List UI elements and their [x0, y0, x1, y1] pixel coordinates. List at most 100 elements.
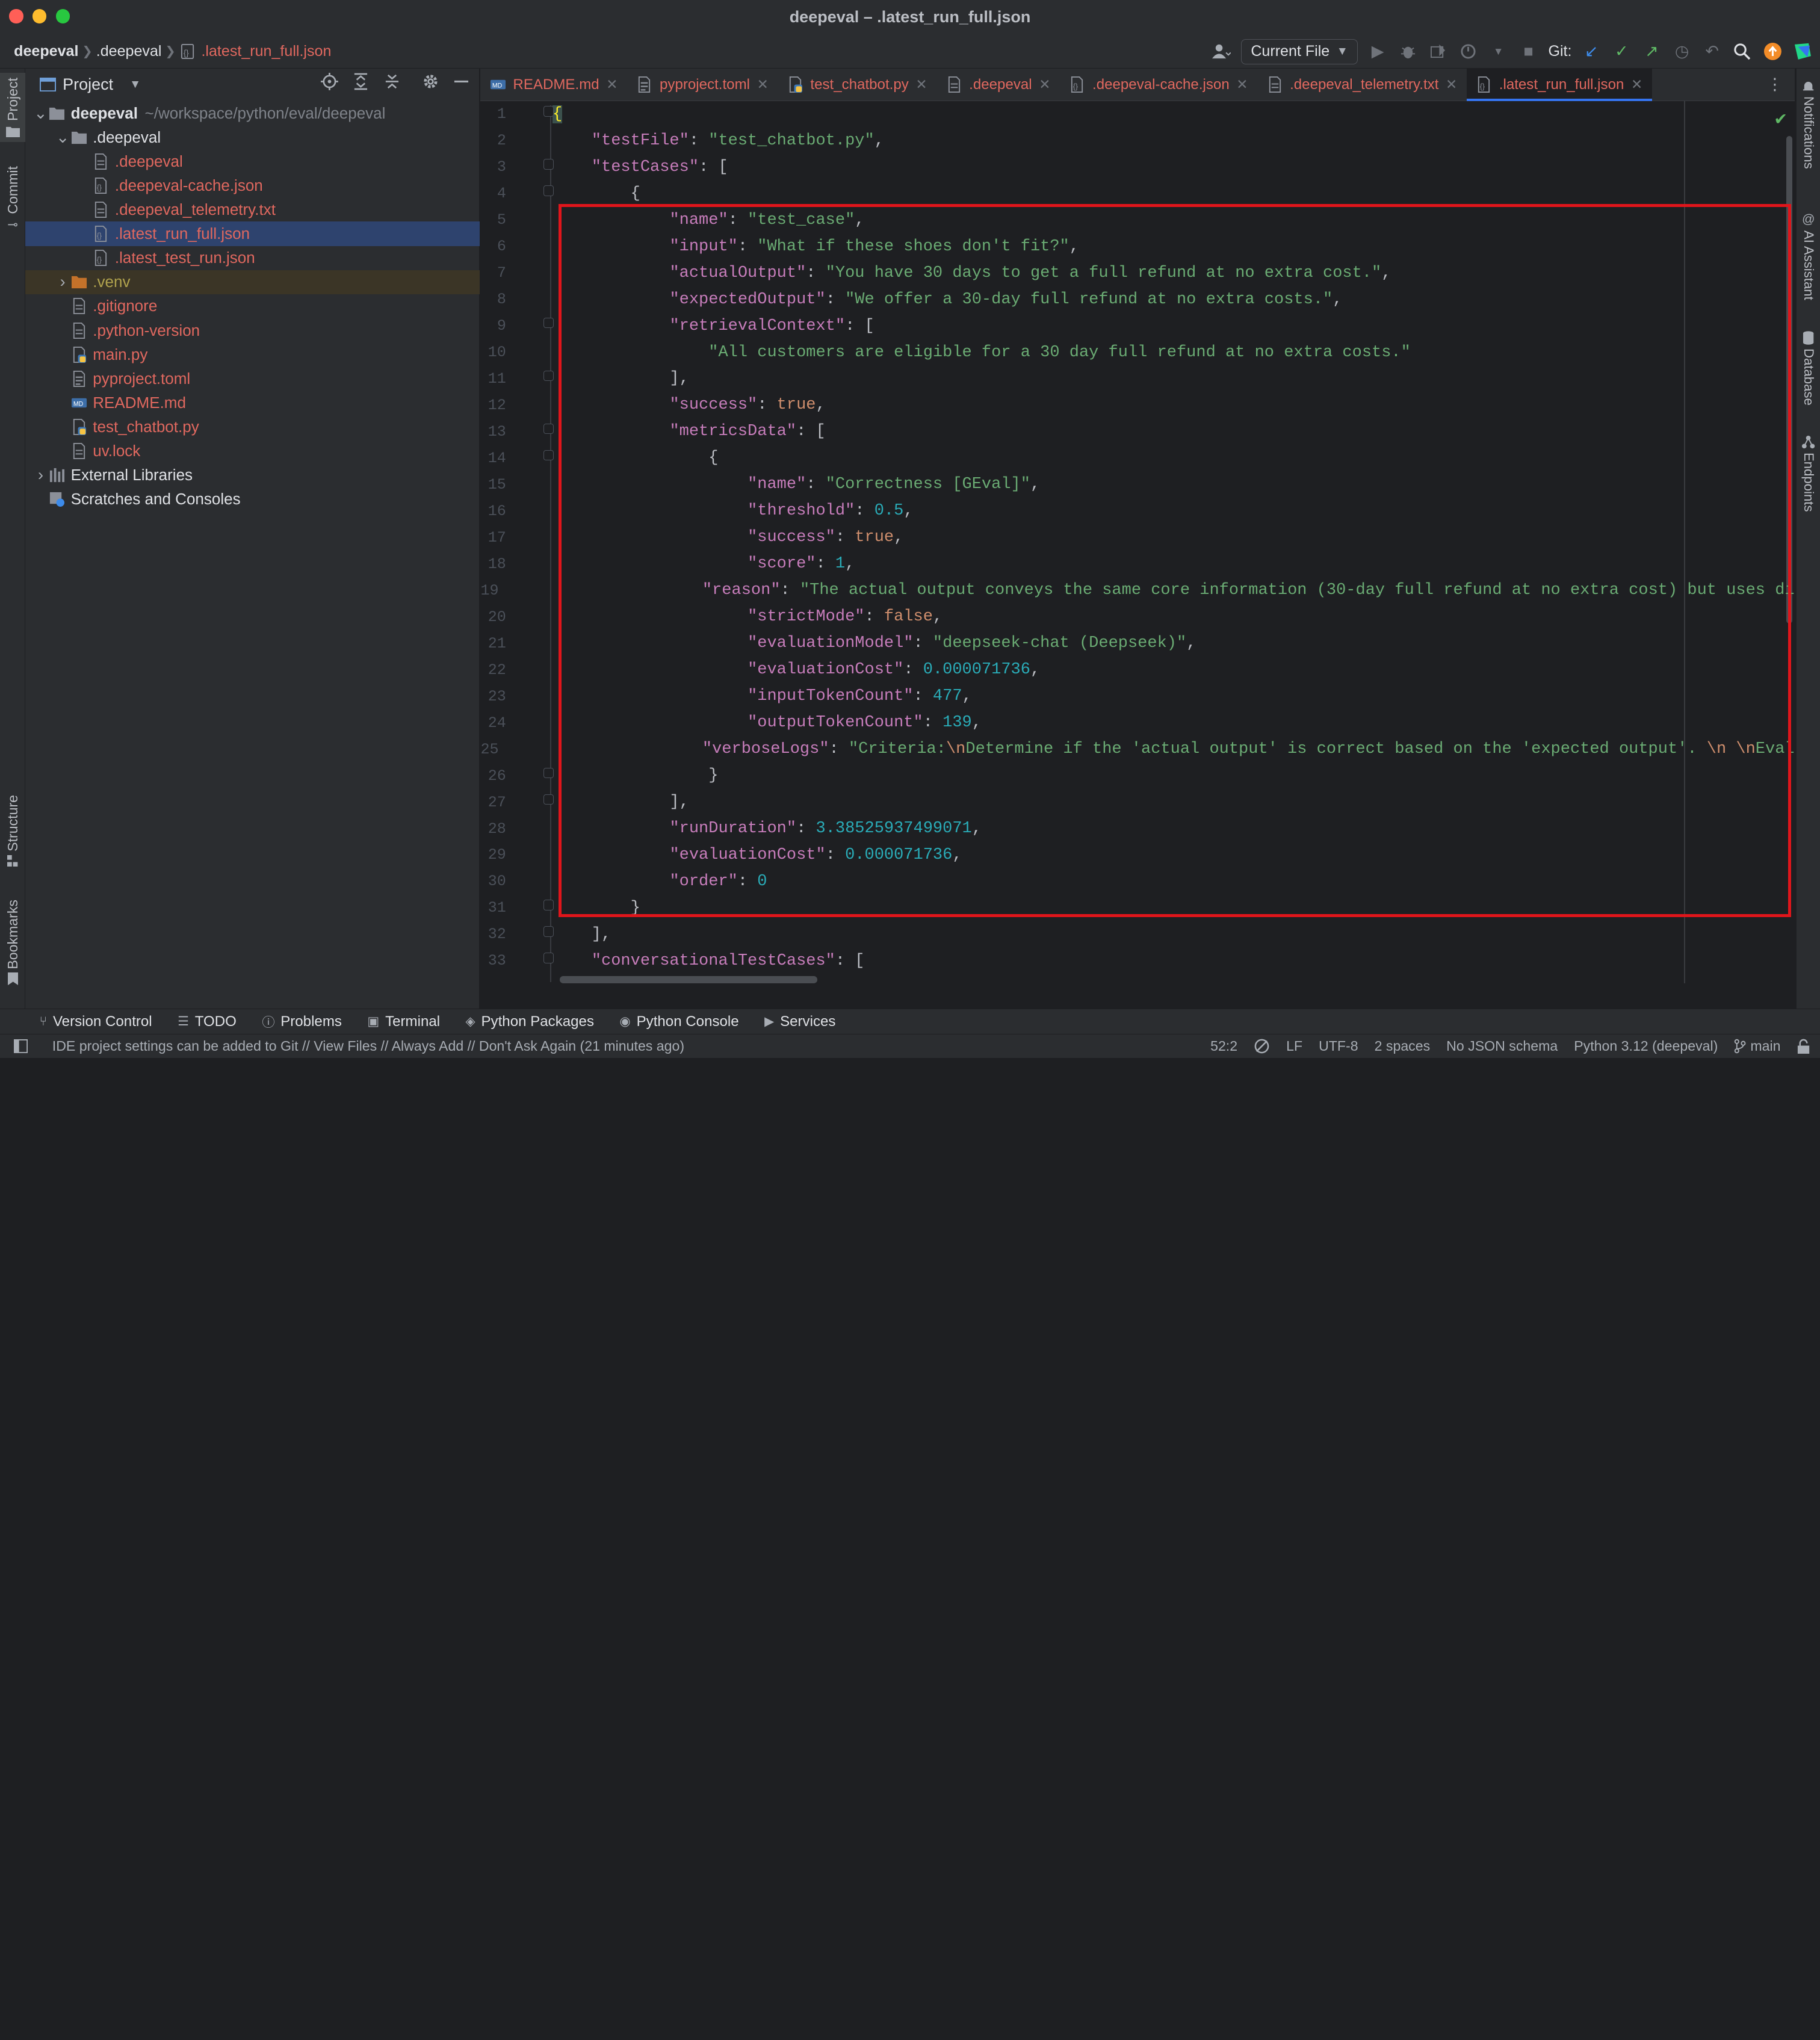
tree-item[interactable]: main.py: [25, 342, 479, 367]
editor-tab[interactable]: .deepeval ✕: [936, 69, 1060, 101]
tree-item[interactable]: {} .latest_run_full.json: [25, 221, 480, 246]
tool-window-button[interactable]: ⓘ Problems: [262, 1012, 342, 1031]
breadcrumb-folder[interactable]: .deepeval: [96, 43, 162, 60]
fold-marker-icon[interactable]: [543, 185, 554, 196]
search-icon[interactable]: [1732, 41, 1753, 62]
chevron-down-icon[interactable]: ▼: [129, 78, 141, 91]
tree-item[interactable]: Scratches and Consoles: [25, 487, 479, 512]
expand-all-icon[interactable]: [352, 73, 370, 90]
account-icon[interactable]: [1211, 41, 1232, 62]
close-icon[interactable]: ✕: [1236, 76, 1248, 93]
tool-window-button[interactable]: ⑂ Version Control: [40, 1013, 152, 1030]
chevron-down-icon[interactable]: ⌄: [55, 128, 71, 147]
tree-item[interactable]: {} .latest_test_run.json: [25, 246, 479, 270]
tree-item[interactable]: › External Libraries: [25, 463, 479, 488]
close-icon[interactable]: ✕: [1631, 76, 1642, 93]
project-panel-title[interactable]: Project: [63, 75, 113, 94]
chevron-right-icon[interactable]: ›: [32, 466, 49, 484]
tree-item[interactable]: .deepeval_telemetry.txt: [25, 197, 479, 222]
ide-logo-icon[interactable]: [1792, 41, 1813, 62]
ai-assistant-tool-tab[interactable]: @ AI Assistant: [1797, 212, 1820, 300]
json-schema[interactable]: No JSON schema: [1446, 1038, 1558, 1054]
gear-icon[interactable]: [422, 73, 439, 90]
tree-item[interactable]: pyproject.toml: [25, 366, 479, 391]
git-push-icon[interactable]: ↗: [1641, 41, 1662, 62]
close-icon[interactable]: ✕: [606, 76, 618, 93]
indentation[interactable]: 2 spaces: [1375, 1038, 1431, 1054]
git-update-icon[interactable]: ↙: [1581, 41, 1602, 62]
run-icon[interactable]: ▶: [1367, 41, 1388, 62]
tree-item[interactable]: MD README.md: [25, 391, 479, 415]
tree-item[interactable]: uv.lock: [25, 439, 479, 463]
tool-window-button[interactable]: ▶ Services: [764, 1013, 835, 1030]
git-branch-widget[interactable]: main: [1734, 1038, 1780, 1054]
locate-file-icon[interactable]: [321, 73, 339, 91]
coverage-icon[interactable]: [1428, 41, 1449, 62]
rollback-icon[interactable]: ↶: [1701, 41, 1722, 62]
close-icon[interactable]: ✕: [1446, 76, 1457, 93]
cursor-position[interactable]: 52:2: [1210, 1038, 1237, 1054]
panel-toggle-icon[interactable]: [14, 1039, 28, 1054]
stop-icon[interactable]: ■: [1518, 41, 1539, 62]
hide-panel-icon[interactable]: [453, 73, 469, 90]
fold-marker-icon[interactable]: [543, 926, 554, 937]
breadcrumb-file[interactable]: .latest_run_full.json: [201, 43, 331, 60]
file-encoding[interactable]: UTF-8: [1319, 1038, 1358, 1054]
breadcrumb-root[interactable]: deepeval: [14, 43, 78, 60]
project-tool-tab[interactable]: Project: [0, 73, 26, 142]
zoom-window-button[interactable]: [55, 9, 70, 23]
debug-icon[interactable]: [1398, 41, 1419, 62]
structure-tool-tab[interactable]: Structure: [0, 795, 25, 867]
tree-item[interactable]: ⌄ .deepeval: [25, 125, 479, 150]
notifications-tool-tab[interactable]: Notifications: [1797, 80, 1820, 169]
close-icon[interactable]: ✕: [915, 76, 927, 93]
history-icon[interactable]: ◷: [1671, 41, 1692, 62]
tree-item[interactable]: test_chatbot.py: [25, 415, 479, 439]
tool-window-button[interactable]: ☰ TODO: [178, 1013, 237, 1030]
python-interpreter[interactable]: Python 3.12 (deepeval): [1574, 1038, 1718, 1054]
chevron-down-icon[interactable]: ⌄: [32, 104, 49, 123]
fold-marker-icon[interactable]: [543, 370, 554, 382]
chevron-right-icon[interactable]: ›: [55, 273, 71, 291]
no-inspections-icon[interactable]: [1254, 1038, 1270, 1054]
editor-tab[interactable]: .deepeval_telemetry.txt ✕: [1257, 69, 1467, 101]
editor-tab[interactable]: pyproject.toml ✕: [627, 69, 778, 101]
status-message[interactable]: IDE project settings can be added to Git…: [52, 1038, 684, 1054]
tree-item[interactable]: .python-version: [25, 318, 479, 343]
fold-marker-icon[interactable]: [543, 953, 554, 963]
fold-marker-icon[interactable]: [543, 450, 554, 461]
horizontal-scrollbar[interactable]: [559, 975, 817, 983]
tree-item[interactable]: › .venv: [25, 270, 480, 295]
fold-marker-icon[interactable]: [543, 900, 554, 910]
profile-icon[interactable]: [1458, 41, 1479, 62]
tool-window-button[interactable]: ◉ Python Console: [619, 1013, 738, 1030]
tree-item[interactable]: .gitignore: [25, 294, 479, 319]
close-window-button[interactable]: [9, 9, 23, 23]
database-tool-tab[interactable]: Database: [1797, 331, 1820, 405]
tree-item[interactable]: {} .deepeval-cache.json: [25, 173, 479, 198]
close-icon[interactable]: ✕: [757, 76, 769, 93]
fold-marker-icon[interactable]: [543, 423, 554, 434]
tool-window-button[interactable]: ◈ Python Packages: [466, 1013, 594, 1030]
fold-marker-icon[interactable]: [543, 767, 554, 778]
run-configuration-dropdown[interactable]: Current File ▼: [1240, 39, 1358, 65]
editor-tab[interactable]: MD README.md ✕: [480, 69, 627, 101]
commit-tool-tab[interactable]: Commit ⊸: [0, 166, 25, 232]
close-icon[interactable]: ✕: [1039, 76, 1050, 93]
tool-window-button[interactable]: ▣ Terminal: [367, 1013, 440, 1030]
fold-marker-icon[interactable]: [543, 318, 554, 329]
more-run-options-icon[interactable]: ▼: [1488, 41, 1509, 62]
update-available-icon[interactable]: [1762, 41, 1783, 62]
endpoints-tool-tab[interactable]: Endpoints: [1797, 435, 1820, 512]
fold-marker-icon[interactable]: [543, 159, 554, 170]
line-ending[interactable]: LF: [1286, 1038, 1302, 1054]
git-commit-icon[interactable]: ✓: [1611, 41, 1632, 62]
more-tabs-icon[interactable]: ⋮: [1766, 75, 1783, 94]
fold-marker-icon[interactable]: [543, 794, 554, 805]
editor-tab[interactable]: test_chatbot.py ✕: [778, 69, 936, 101]
editor-tab[interactable]: {} .latest_run_full.json ✕: [1466, 68, 1652, 101]
lock-icon[interactable]: [1797, 1039, 1810, 1054]
bookmarks-tool-tab[interactable]: Bookmarks: [0, 900, 25, 986]
editor-tab[interactable]: {} .deepeval-cache.json ✕: [1060, 69, 1257, 101]
tree-item[interactable]: ⌄ deepeval ~/workspace/python/eval/deepeva…: [25, 101, 479, 126]
